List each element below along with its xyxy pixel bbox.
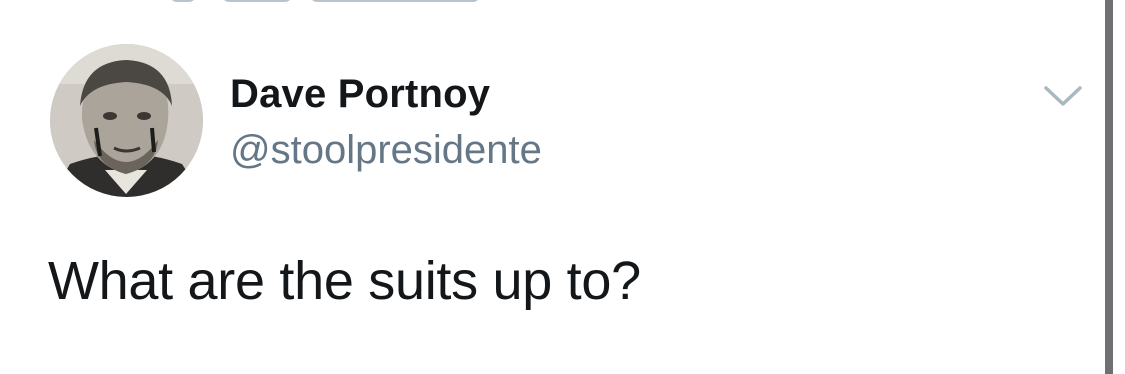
profile-photo-icon (50, 44, 203, 197)
avatar[interactable] (50, 44, 203, 197)
author-handle[interactable]: @stoolpresidente (230, 128, 542, 173)
previous-tweet-cutoff (170, 0, 500, 10)
scrollbar-edge (1105, 0, 1113, 374)
chevron-down-icon (1044, 86, 1082, 106)
tweet-menu-button[interactable] (1042, 82, 1084, 110)
tweet-text: What are the suits up to? (48, 251, 641, 311)
author-display-name[interactable]: Dave Portnoy (230, 72, 490, 117)
